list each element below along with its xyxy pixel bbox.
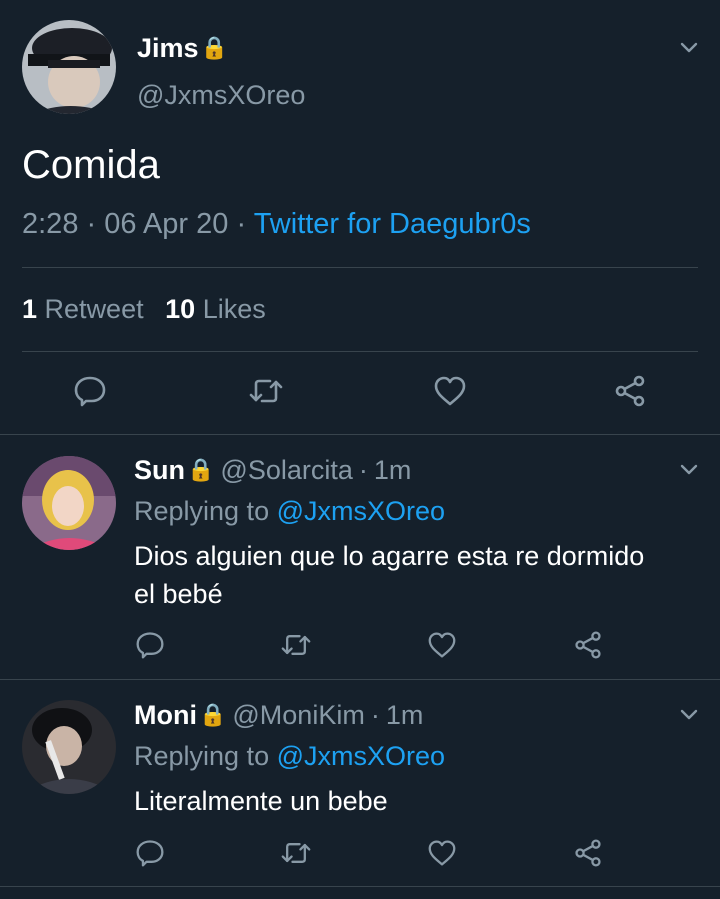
share-icon <box>575 631 601 659</box>
retweet-icon <box>281 635 311 655</box>
share-icon <box>575 839 601 867</box>
author-name[interactable]: Jims <box>137 33 199 64</box>
divider <box>0 679 720 680</box>
reply-icon <box>136 632 164 659</box>
reply-header: Sun 🔒 @Solarcita · 1m <box>134 452 411 488</box>
reply-text: Literalmente un bebe <box>134 782 388 820</box>
meta-separator: · <box>370 699 380 730</box>
retweet-button[interactable] <box>276 625 316 665</box>
author-handle[interactable]: @Solarcita <box>220 455 352 486</box>
tweet-date: 06 Apr 20 <box>104 208 229 240</box>
divider <box>0 886 720 887</box>
avatar-moni[interactable] <box>22 700 116 794</box>
chevron-down-icon[interactable] <box>678 703 700 725</box>
reply-button[interactable] <box>130 625 170 665</box>
avatar-sun[interactable] <box>22 456 116 550</box>
meta-separator: · <box>86 208 97 240</box>
tweet-meta: 2:28 · 06 Apr 20 · Twitter for Daegubr0s <box>22 208 531 241</box>
reply-time: 1m <box>373 454 412 485</box>
lock-icon: 🔒 <box>187 457 215 482</box>
likes-count: 10 <box>165 294 196 324</box>
reply-button[interactable] <box>70 371 110 411</box>
retweet-icon <box>249 379 283 403</box>
reply-text-line: Dios alguien que lo agarre esta re dormi… <box>134 541 645 571</box>
retweet-button[interactable] <box>276 833 316 873</box>
author-name-row: Jims 🔒 <box>137 30 228 66</box>
divider <box>0 434 720 435</box>
likes-label: Likes <box>202 294 266 324</box>
like-icon <box>434 376 466 406</box>
replying-handle[interactable]: @JxmsXOreo <box>277 496 445 526</box>
chevron-down-icon[interactable] <box>678 458 700 480</box>
author-name[interactable]: Moni <box>134 700 197 731</box>
meta-separator: · <box>236 208 247 240</box>
lock-icon: 🔒 <box>200 35 228 60</box>
tweet-text: Comida <box>22 143 160 187</box>
lock-icon: 🔒 <box>198 702 227 727</box>
meta-separator: · <box>358 454 368 485</box>
retweet-count: 1 <box>22 294 38 324</box>
divider <box>22 267 698 268</box>
replying-to: Replying to @JxmsXOreo <box>134 741 445 772</box>
reply-text-line: el bebé <box>134 579 223 609</box>
replying-handle[interactable]: @JxmsXOreo <box>277 741 445 771</box>
replying-label: Replying to <box>134 741 270 771</box>
like-button[interactable] <box>422 625 462 665</box>
like-button[interactable] <box>422 833 462 873</box>
engagement-stats: 1 Retweet 10 Likes <box>22 294 266 325</box>
chevron-down-icon[interactable] <box>678 36 700 58</box>
avatar-jims[interactable] <box>22 20 116 114</box>
reply-button[interactable] <box>130 833 170 873</box>
reply-icon <box>74 376 106 407</box>
divider <box>22 351 698 352</box>
replying-to: Replying to @JxmsXOreo <box>134 496 445 527</box>
reply-text-line: Literalmente un bebe <box>134 786 388 816</box>
author-handle[interactable]: @JxmsXOreo <box>137 80 305 111</box>
reply-header: Moni 🔒 @MoniKim · 1m <box>134 697 423 733</box>
likes-stat[interactable]: 10 Likes <box>165 294 266 324</box>
share-button[interactable] <box>568 625 608 665</box>
replying-label: Replying to <box>134 496 270 526</box>
retweet-icon <box>281 843 311 863</box>
author-name[interactable]: Sun <box>134 455 185 486</box>
like-button[interactable] <box>430 371 470 411</box>
tweet-time: 2:28 <box>22 208 79 240</box>
share-icon <box>615 375 645 407</box>
like-icon <box>428 632 456 658</box>
author-handle[interactable]: @MoniKim <box>232 700 364 731</box>
reply-icon <box>136 840 164 867</box>
share-button[interactable] <box>568 833 608 873</box>
reply-time: 1m <box>385 699 424 730</box>
retweet-button[interactable] <box>246 371 286 411</box>
retweet-label: Retweet <box>44 294 144 324</box>
reply-text: Dios alguien que lo agarre esta re dormi… <box>134 537 644 613</box>
retweet-stat[interactable]: 1 Retweet <box>22 294 151 324</box>
tweet-source[interactable]: Twitter for Daegubr0s <box>254 208 531 240</box>
like-icon <box>428 840 456 866</box>
share-button[interactable] <box>610 371 650 411</box>
